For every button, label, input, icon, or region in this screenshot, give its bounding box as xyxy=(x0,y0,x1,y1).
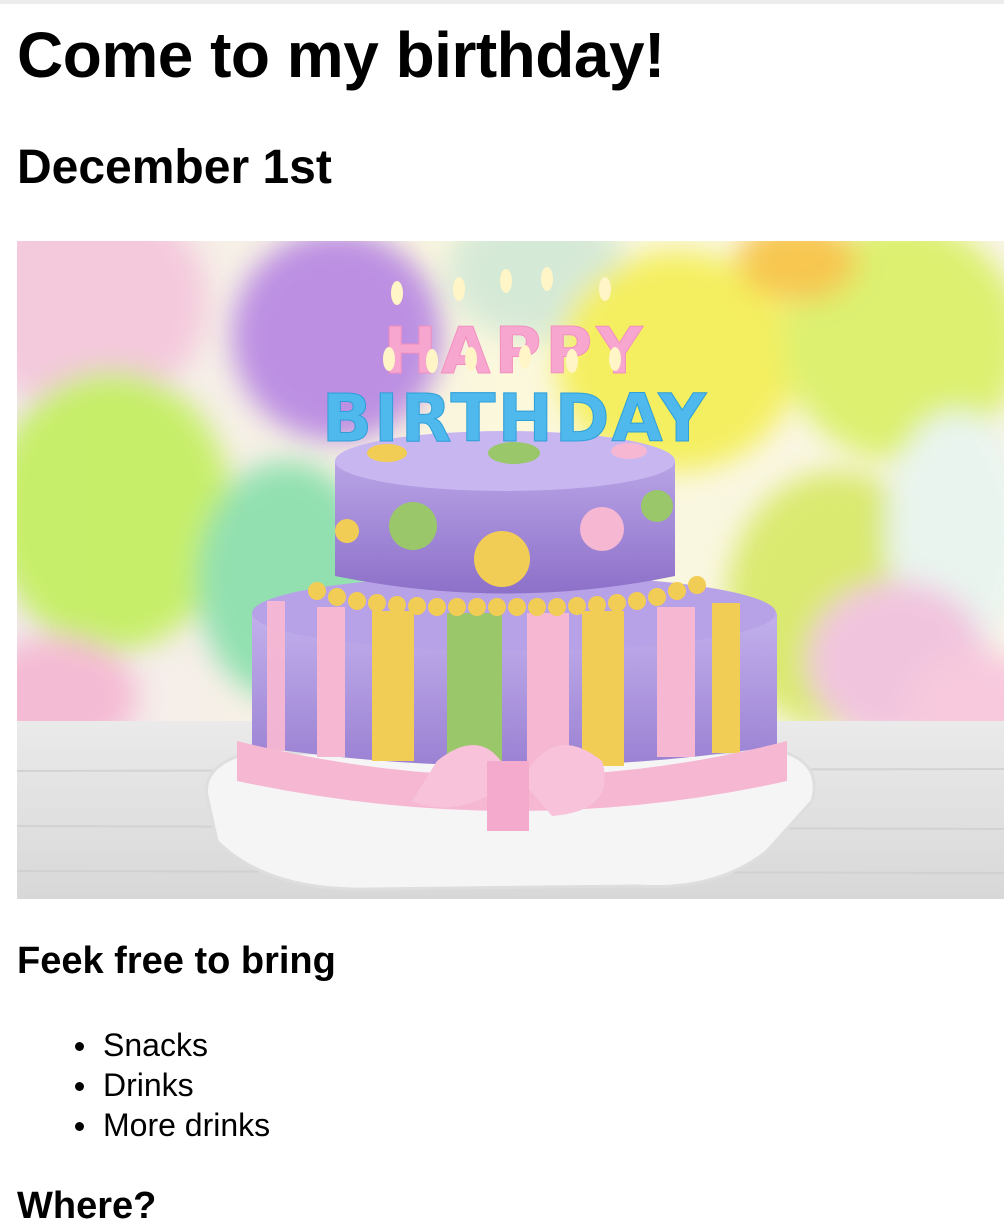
list-item: Drinks xyxy=(74,1065,270,1105)
event-date: December 1st xyxy=(17,141,332,194)
bring-heading: Feek free to bring xyxy=(17,940,336,982)
top-divider xyxy=(0,0,1004,4)
page-title: Come to my birthday! xyxy=(17,19,665,91)
candle-birthday: BIRTHDAY xyxy=(322,380,708,457)
candle-happy: HAPPY xyxy=(383,315,646,389)
bring-list: Snacks Drinks More drinks xyxy=(17,1025,270,1145)
birthday-cake-image: HAPPY BIRTHDAY xyxy=(17,241,1004,899)
list-item: More drinks xyxy=(74,1107,271,1143)
list-item: Snacks xyxy=(74,1025,270,1065)
where-heading: Where? xyxy=(17,1185,157,1227)
